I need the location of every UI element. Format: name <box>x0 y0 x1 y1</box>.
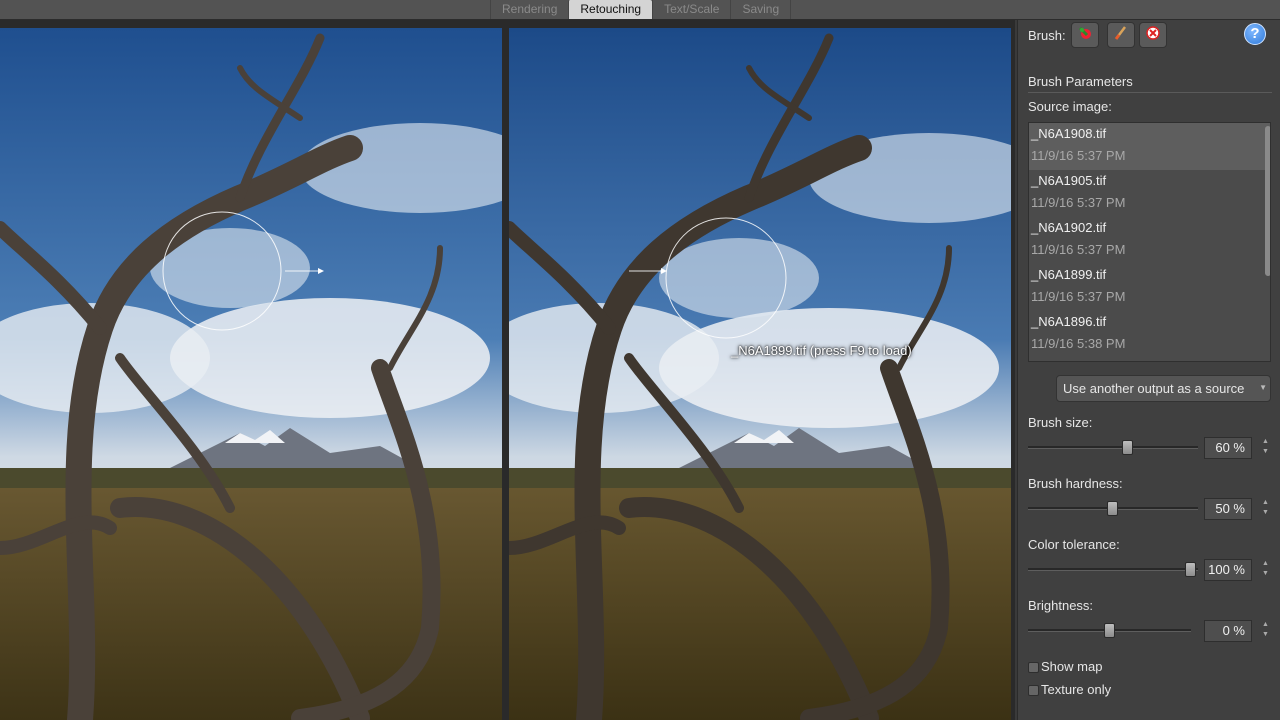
use-another-output-button[interactable]: Use another output as a source ▼ <box>1056 375 1271 402</box>
brush-size-label: Brush size: <box>1028 415 1093 430</box>
brush-hardness-stepper[interactable]: ▲ ▼ <box>1261 498 1270 520</box>
brush-size-slider-thumb[interactable] <box>1122 440 1133 455</box>
brightness-field[interactable]: 0 % <box>1204 620 1252 642</box>
color-tolerance-label: Color tolerance: <box>1028 537 1120 552</box>
brightness-slider-thumb[interactable] <box>1104 623 1115 638</box>
erase-brush-icon <box>1145 25 1161 46</box>
mode-tabs: Rendering Retouching Text/Scale Saving <box>490 0 792 19</box>
color-tolerance-stepper[interactable]: ▲ ▼ <box>1261 559 1270 581</box>
clone-brush-icon <box>1077 25 1093 46</box>
dropdown-arrow-icon: ▼ <box>1259 383 1267 392</box>
section-divider <box>1028 92 1272 93</box>
paint-brush-button[interactable] <box>1107 22 1135 48</box>
retouched-image-view[interactable]: _N6A1899.tif (press F9 to load) <box>509 28 1011 720</box>
tab-retouching[interactable]: Retouching <box>568 0 653 19</box>
color-tolerance-slider-thumb[interactable] <box>1185 562 1196 577</box>
source-hint-label: _N6A1899.tif (press F9 to load) <box>731 343 912 358</box>
source-list-scrollbar[interactable] <box>1265 126 1270 276</box>
brightness-stepper[interactable]: ▲ ▼ <box>1261 620 1270 642</box>
brush-hardness-label: Brush hardness: <box>1028 476 1123 491</box>
brightness-label: Brightness: <box>1028 598 1094 613</box>
source-image-view[interactable] <box>0 28 502 720</box>
texture-only-label[interactable]: Texture only <box>1041 682 1111 697</box>
paint-brush-icon <box>1113 25 1129 46</box>
landscape-photo-right <box>509 28 1011 720</box>
brush-size-stepper[interactable]: ▲ ▼ <box>1261 437 1270 459</box>
image-stage[interactable]: _N6A1899.tif (press F9 to load) <box>0 20 1015 720</box>
source-list-item[interactable]: _N6A1905.tif 11/9/16 5:37 PM <box>1029 170 1270 217</box>
tab-rendering[interactable]: Rendering <box>490 0 568 19</box>
source-image-list[interactable]: _N6A1908.tif 11/9/16 5:37 PM _N6A1905.ti… <box>1028 122 1271 362</box>
mode-tab-bar: Rendering Retouching Text/Scale Saving <box>0 0 1280 20</box>
brightness-slider[interactable] <box>1028 623 1191 638</box>
erase-brush-button[interactable] <box>1139 22 1167 48</box>
retouching-panel: Brush: ? Brush Parameters Source image: … <box>1017 20 1280 720</box>
landscape-photo-left <box>0 28 502 720</box>
brush-hardness-slider[interactable] <box>1028 501 1198 516</box>
clone-brush-button[interactable] <box>1071 22 1099 48</box>
brush-parameters-title: Brush Parameters <box>1028 74 1133 89</box>
brush-hardness-field[interactable]: 50 % <box>1204 498 1252 520</box>
source-list-item[interactable]: _N6A1896.tif 11/9/16 5:38 PM <box>1029 311 1270 358</box>
brush-size-slider[interactable] <box>1028 440 1198 455</box>
color-tolerance-field[interactable]: 100 % <box>1204 559 1252 581</box>
texture-only-checkbox[interactable] <box>1028 685 1039 696</box>
source-list-item[interactable]: _N6A1902.tif 11/9/16 5:37 PM <box>1029 217 1270 264</box>
tab-text-scale[interactable]: Text/Scale <box>652 0 730 19</box>
source-list-item[interactable]: _N6A1899.tif 11/9/16 5:37 PM <box>1029 264 1270 311</box>
show-map-label[interactable]: Show map <box>1041 659 1102 674</box>
source-image-label: Source image: <box>1028 99 1112 114</box>
source-list-item[interactable]: _N6A1908.tif 11/9/16 5:37 PM <box>1029 123 1270 170</box>
brush-size-field[interactable]: 60 % <box>1204 437 1252 459</box>
show-map-checkbox[interactable] <box>1028 662 1039 673</box>
tab-saving[interactable]: Saving <box>730 0 792 19</box>
color-tolerance-slider[interactable] <box>1028 562 1198 577</box>
brush-hardness-slider-thumb[interactable] <box>1107 501 1118 516</box>
help-icon[interactable]: ? <box>1244 23 1266 45</box>
brush-label: Brush: <box>1028 28 1066 43</box>
